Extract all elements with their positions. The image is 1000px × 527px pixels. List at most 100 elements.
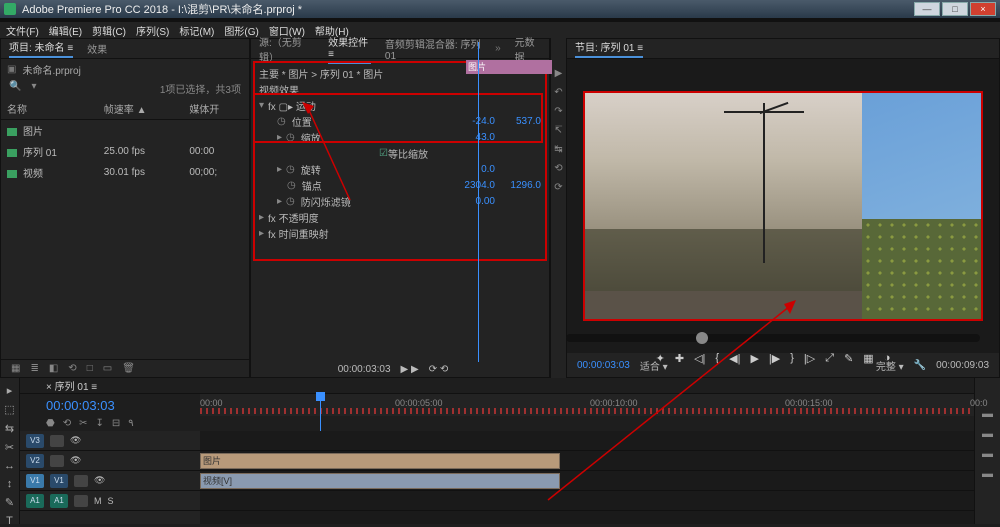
- anchor-y[interactable]: 1296.0: [495, 180, 541, 191]
- new-item-icon[interactable]: ▭: [103, 363, 112, 374]
- insert-icon[interactable]: ↧: [96, 418, 104, 429]
- stopwatch-icon[interactable]: ◷: [286, 132, 295, 143]
- timeline-ruler[interactable]: 00:00 00:00:05:00 00:00:10:00 00:00:15:0…: [200, 394, 974, 416]
- hand-tool[interactable]: ✎: [5, 496, 14, 509]
- menu-file[interactable]: 文件(F): [6, 23, 39, 38]
- position-x[interactable]: -24.0: [449, 116, 495, 127]
- overwrite-icon[interactable]: ⊟: [112, 418, 120, 429]
- play-icon[interactable]: ▶: [750, 352, 758, 365]
- bin-row[interactable]: 序列 01 25.00 fps 00:00: [1, 141, 249, 162]
- marker-icon[interactable]: ✂: [79, 418, 87, 429]
- scrub-knob[interactable]: [696, 332, 708, 344]
- menu-clip[interactable]: 剪辑(C): [92, 23, 126, 38]
- refresh-icon[interactable]: ⟲: [68, 363, 76, 374]
- stopwatch-icon[interactable]: ◷: [287, 180, 296, 191]
- track-header-v3[interactable]: V3👁: [20, 431, 200, 451]
- menu-edit[interactable]: 编辑(E): [49, 23, 82, 38]
- rotation-value[interactable]: 0.0: [449, 164, 495, 175]
- col-framerate[interactable]: 帧速率 ▲: [98, 98, 184, 120]
- tab-audio-mixer[interactable]: 音频剪辑混合器: 序列 01: [385, 36, 481, 62]
- bin-row[interactable]: 图片: [1, 120, 249, 142]
- track-select-tool[interactable]: ⬚: [4, 403, 14, 416]
- position-y[interactable]: 537.0: [495, 116, 541, 127]
- motion-effect[interactable]: ▾fx ▢▸ 运动: [259, 97, 541, 113]
- menu-graphics[interactable]: 图形(G): [224, 23, 258, 38]
- track-header-v2[interactable]: V2👁: [20, 451, 200, 471]
- track-header-v1[interactable]: V1V1👁: [20, 471, 200, 491]
- razor-tool[interactable]: ✂: [5, 441, 14, 454]
- nav-icon[interactable]: ↶: [554, 87, 562, 98]
- anchor-x[interactable]: 2304.0: [449, 180, 495, 191]
- track-lanes[interactable]: 图片 视频[V]: [200, 431, 974, 524]
- anchor-property[interactable]: ◷ 锚点 2304.0 1296.0: [259, 177, 541, 193]
- nav-icon[interactable]: ↸: [554, 125, 562, 136]
- stopwatch-icon[interactable]: ◷: [286, 196, 295, 207]
- ripple-tool[interactable]: ⇆: [5, 422, 14, 435]
- nav-icon[interactable]: ↷: [554, 106, 562, 117]
- stopwatch-icon[interactable]: ◷: [277, 116, 286, 127]
- col-name[interactable]: 名称: [1, 98, 98, 120]
- scale-property[interactable]: ▸◷ 缩放 43.0: [259, 129, 541, 145]
- new-bin-icon[interactable]: □: [87, 363, 93, 374]
- set-in-icon[interactable]: {: [715, 352, 719, 364]
- opacity-effect[interactable]: ▸fx 不透明度: [259, 209, 541, 225]
- nav-icon[interactable]: ⟲: [554, 163, 562, 174]
- play-icon[interactable]: ▶ ▶: [401, 364, 419, 375]
- sequence-tab[interactable]: × 序列 01 ≡: [46, 378, 97, 393]
- marker-icon[interactable]: ✦: [656, 352, 665, 365]
- timeline-tc[interactable]: 00:00:03:03: [20, 398, 200, 413]
- export-frame-icon[interactable]: ▦: [863, 352, 873, 365]
- go-in-icon[interactable]: ◁|: [694, 352, 705, 365]
- view-grid-icon[interactable]: ▦: [11, 363, 20, 374]
- clip-v1[interactable]: 视频[V]: [200, 473, 560, 489]
- tab-project[interactable]: 项目: 未命名 ≡: [9, 39, 73, 58]
- video-effects-section[interactable]: 视频效果: [259, 81, 541, 97]
- effect-tc[interactable]: 00:00:03:03: [338, 364, 391, 375]
- lift-icon[interactable]: ⤢: [825, 352, 834, 365]
- step-fwd-icon[interactable]: |▶: [769, 352, 780, 365]
- nav-icon[interactable]: ↹: [554, 144, 562, 155]
- go-out-icon[interactable]: |▷: [804, 352, 815, 365]
- freeform-icon[interactable]: ◧: [49, 363, 58, 374]
- scale-value[interactable]: 43.0: [449, 132, 495, 143]
- program-scrub-bar[interactable]: [566, 334, 980, 342]
- maximize-button[interactable]: □: [942, 2, 968, 16]
- time-remap-effect[interactable]: ▸fx 时间重映射: [259, 225, 541, 241]
- menu-sequence[interactable]: 序列(S): [136, 23, 169, 38]
- selection-tool[interactable]: ▸: [7, 384, 13, 397]
- track-header-a1[interactable]: A1A1MS: [20, 491, 200, 511]
- bin-row[interactable]: 视频 30.01 fps 00;00;: [1, 162, 249, 183]
- stopwatch-icon[interactable]: ◷: [286, 164, 295, 175]
- menu-marker[interactable]: 标记(M): [179, 23, 214, 38]
- rotation-property[interactable]: ▸◷ 旋转 0.0: [259, 161, 541, 177]
- tab-program[interactable]: 节目: 序列 01 ≡: [575, 39, 643, 58]
- type-tool[interactable]: T: [6, 515, 13, 527]
- slip-tool[interactable]: ↔: [4, 460, 15, 472]
- extract-icon[interactable]: ✎: [844, 352, 853, 365]
- anti-flicker-property[interactable]: ▸◷ 防闪烁滤镜 0.00: [259, 193, 541, 209]
- snap-icon[interactable]: ⬣: [46, 418, 55, 429]
- position-property[interactable]: ◷ 位置 -24.0 537.0: [259, 113, 541, 129]
- pen-tool[interactable]: ↕: [7, 478, 13, 490]
- loop-icon[interactable]: ⟳ ⟲: [429, 364, 449, 375]
- link-icon[interactable]: ⟲: [63, 418, 71, 429]
- close-button[interactable]: ×: [970, 2, 996, 16]
- filter-icon[interactable]: ▾: [31, 81, 36, 96]
- add-marker-icon[interactable]: ✚: [675, 352, 684, 365]
- anti-flicker-value[interactable]: 0.00: [449, 196, 495, 207]
- tab-effects[interactable]: 效果: [87, 41, 107, 56]
- nav-icon[interactable]: ⟳: [554, 182, 562, 193]
- trash-icon[interactable]: 🗑: [122, 363, 135, 374]
- view-list-icon[interactable]: ≣: [30, 363, 38, 374]
- minimize-button[interactable]: —: [914, 2, 940, 16]
- search-icon[interactable]: 🔍: [9, 81, 21, 96]
- step-back-icon[interactable]: ◀|: [729, 352, 740, 365]
- nav-icon[interactable]: ▶: [555, 68, 563, 79]
- col-media-start[interactable]: 媒体开: [183, 98, 249, 120]
- compare-icon[interactable]: ◑: [884, 352, 891, 364]
- settings-icon[interactable]: ٩: [128, 418, 133, 429]
- effect-mini-playhead[interactable]: [478, 42, 479, 362]
- uniform-scale-checkbox[interactable]: ☑ 等比缩放: [259, 145, 541, 161]
- set-out-icon[interactable]: }: [790, 352, 794, 364]
- clip-v2[interactable]: 图片: [200, 453, 560, 469]
